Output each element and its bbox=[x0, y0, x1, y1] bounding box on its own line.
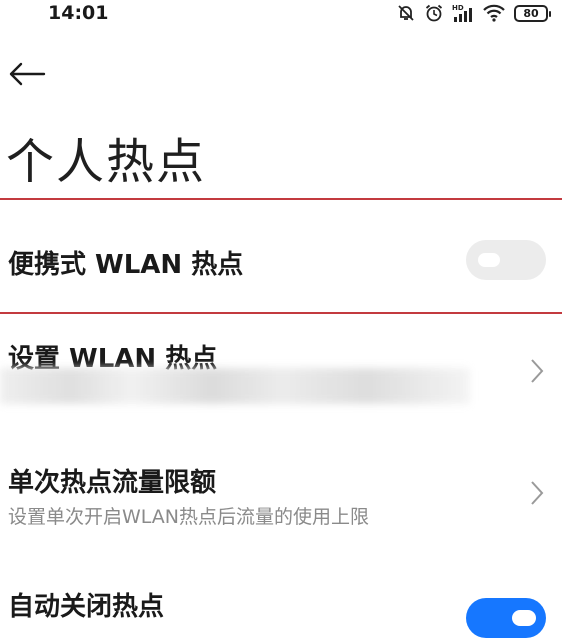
status-icons: HD 80 bbox=[396, 2, 551, 24]
chevron-right-icon bbox=[530, 480, 544, 510]
back-arrow-icon bbox=[8, 62, 46, 90]
chevron-right-icon bbox=[530, 358, 544, 388]
portable-hotspot-label: 便携式 WLAN 热点 bbox=[8, 250, 244, 280]
auto-close-hotspot-row[interactable]: 自动关闭热点 bbox=[0, 572, 562, 638]
hotspot-name-blurred bbox=[0, 368, 470, 404]
page-title: 个人热点 bbox=[6, 134, 207, 190]
status-time: 14:01 bbox=[48, 2, 109, 24]
wifi-icon bbox=[482, 3, 506, 23]
portable-hotspot-toggle[interactable] bbox=[466, 240, 546, 280]
data-limit-label: 单次热点流量限额 bbox=[8, 468, 217, 498]
battery-indicator: 80 bbox=[514, 4, 551, 22]
toggle-knob bbox=[478, 253, 500, 267]
mute-bell-icon bbox=[396, 3, 416, 23]
setup-hotspot-row[interactable]: 设置 WLAN 热点 bbox=[0, 314, 562, 424]
status-bar: 14:01 HD 80 bbox=[0, 0, 562, 30]
auto-close-hotspot-toggle[interactable] bbox=[466, 598, 546, 638]
back-button[interactable] bbox=[8, 58, 52, 94]
data-limit-description: 设置单次开启WLAN热点后流量的使用上限 bbox=[8, 506, 370, 528]
alarm-icon bbox=[424, 3, 444, 23]
portable-hotspot-row[interactable]: 便携式 WLAN 热点 bbox=[0, 200, 562, 312]
svg-text:HD: HD bbox=[452, 4, 464, 12]
auto-close-hotspot-label: 自动关闭热点 bbox=[8, 592, 165, 622]
hd-signal-icon: HD bbox=[452, 3, 474, 23]
data-limit-row[interactable]: 单次热点流量限额 设置单次开启WLAN热点后流量的使用上限 bbox=[0, 448, 562, 548]
